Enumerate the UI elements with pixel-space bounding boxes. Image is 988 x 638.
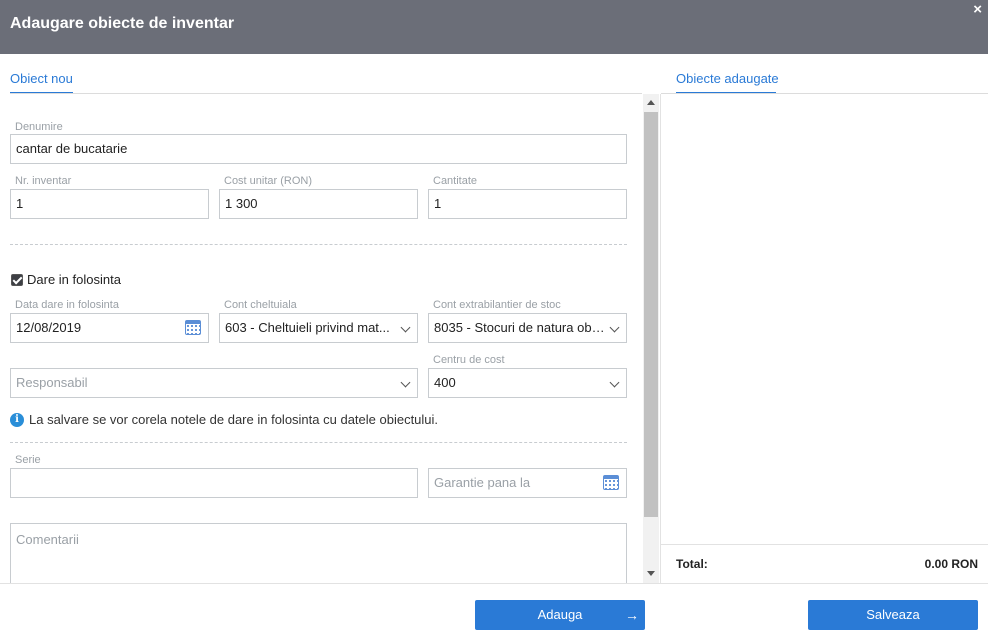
- dare-in-folosinta-checkbox[interactable]: [11, 274, 23, 286]
- cost-unitar-label: Cost unitar (RON): [224, 175, 313, 187]
- calendar-icon[interactable]: [603, 475, 619, 490]
- dialog-footer: Adauga → Salveaza: [0, 583, 988, 638]
- panel-divider: [660, 94, 661, 584]
- tab-obiect-nou[interactable]: Obiect nou: [10, 71, 73, 86]
- cost-unitar-value: 1 300: [225, 196, 258, 211]
- cont-extrabilantier-label: Cont extrabilantier de stoc: [433, 299, 561, 311]
- nr-inventar-input[interactable]: 1: [10, 189, 209, 219]
- cost-unitar-input[interactable]: 1 300: [219, 189, 418, 219]
- serie-input[interactable]: [10, 468, 418, 498]
- info-message: La salvare se vor corela notele de dare …: [29, 412, 439, 427]
- info-icon: i: [10, 413, 24, 427]
- responsabil-placeholder: Responsabil: [16, 375, 88, 390]
- scroll-up-arrow-icon[interactable]: [647, 100, 655, 105]
- denumire-label: Denumire: [15, 121, 63, 133]
- cont-cheltuiala-select[interactable]: 603 - Cheltuieli privind mat...: [219, 313, 418, 343]
- cont-cheltuiala-value: 603 - Cheltuieli privind mat...: [225, 320, 390, 335]
- salveaza-button-label: Salveaza: [866, 607, 920, 622]
- cont-cheltuiala-label: Cont cheltuiala: [224, 299, 297, 311]
- garantie-input[interactable]: Garantie pana la: [428, 468, 627, 498]
- scroll-down-arrow-icon[interactable]: [647, 571, 655, 576]
- centru-cost-select[interactable]: 400: [428, 368, 627, 398]
- total-divider: [661, 544, 988, 545]
- tab-divider-left: [10, 93, 642, 94]
- data-dare-input[interactable]: 12/08/2019: [10, 313, 209, 343]
- data-dare-label: Data dare in folosinta: [15, 299, 119, 311]
- section-divider-2: [10, 442, 627, 443]
- denumire-input[interactable]: cantar de bucatarie: [10, 134, 627, 164]
- adauga-button-label: Adauga: [537, 607, 583, 622]
- data-dare-value: 12/08/2019: [16, 320, 82, 335]
- centru-cost-label: Centru de cost: [433, 354, 505, 366]
- dialog-title: Adaugare obiecte de inventar: [10, 15, 235, 32]
- dare-in-folosinta-label: Dare in folosinta: [27, 272, 121, 287]
- denumire-value: cantar de bucatarie: [16, 141, 128, 156]
- responsabil-select[interactable]: Responsabil: [10, 368, 418, 398]
- salveaza-button[interactable]: Salveaza: [808, 600, 978, 630]
- cantitate-label: Cantitate: [433, 175, 478, 187]
- tab-obiecte-adaugate[interactable]: Obiecte adaugate: [676, 71, 779, 86]
- section-divider-1: [10, 244, 627, 245]
- dialog-titlebar: Adaugare obiecte de inventar ×: [0, 0, 988, 54]
- centru-cost-value: 400: [434, 375, 456, 390]
- calendar-icon[interactable]: [185, 320, 201, 335]
- garantie-placeholder: Garantie pana la: [434, 475, 531, 490]
- cantitate-value: 1: [434, 196, 442, 211]
- serie-label: Serie: [15, 454, 41, 466]
- close-icon[interactable]: ×: [973, 2, 982, 17]
- arrow-right-icon: →: [625, 607, 639, 623]
- nr-inventar-label: Nr. inventar: [15, 175, 72, 187]
- form-scrollbar-thumb[interactable]: [644, 112, 658, 517]
- total-value: 0.00 RON: [924, 557, 978, 571]
- cantitate-input[interactable]: 1: [428, 189, 627, 219]
- comentarii-placeholder: Comentarii: [16, 532, 79, 547]
- cont-extrabilantier-select[interactable]: 8035 - Stocuri de natura obi...: [428, 313, 627, 343]
- cont-extrabilantier-value: 8035 - Stocuri de natura obi...: [434, 320, 606, 335]
- total-label: Total:: [676, 557, 708, 571]
- nr-inventar-value: 1: [16, 196, 24, 211]
- adauga-button[interactable]: Adauga →: [475, 600, 645, 630]
- tab-divider-right: [661, 93, 988, 94]
